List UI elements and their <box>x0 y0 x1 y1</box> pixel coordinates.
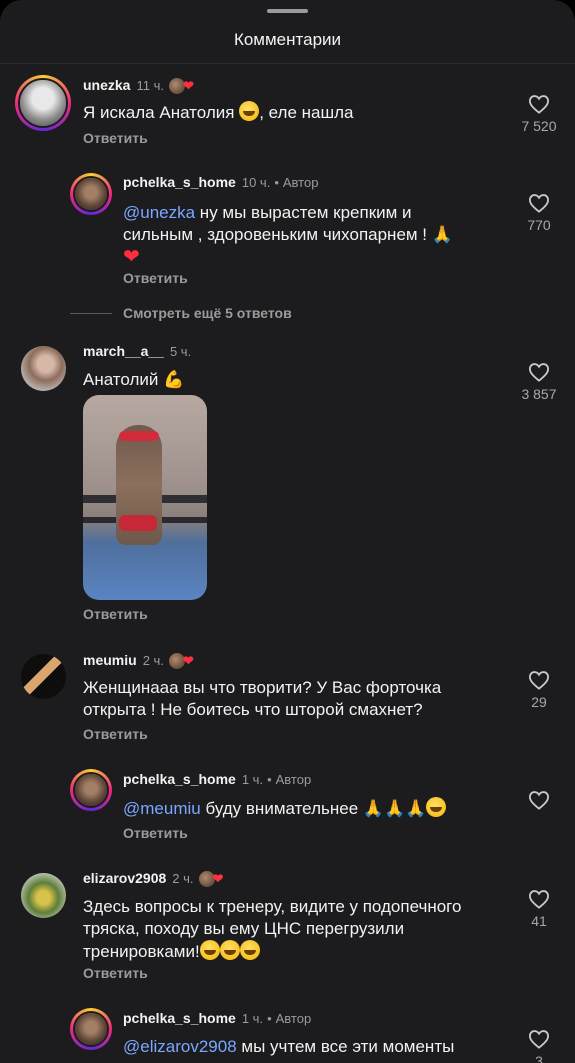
like-count: 3 857 <box>521 386 557 402</box>
laughing-emoji-icon <box>239 940 260 960</box>
comment-text: @unezka ну мы вырастем крепким и сильным… <box>123 203 453 268</box>
comment-time: 11 ч. <box>136 78 164 93</box>
like-button[interactable]: 3 <box>509 1029 569 1063</box>
like-count: 770 <box>527 217 551 233</box>
like-count: 29 <box>531 694 547 710</box>
comment-username[interactable]: elizarov2908 2 ч. ❤ <box>83 870 229 888</box>
comment-time: 10 ч. <box>241 175 271 190</box>
mention-link[interactable]: @meumiu <box>123 799 201 818</box>
laughing-emoji-icon <box>426 797 447 817</box>
like-count: 41 <box>531 913 547 929</box>
mention-link[interactable]: @unezka <box>123 203 195 222</box>
laughing-emoji-icon <box>199 940 220 960</box>
avatar[interactable] <box>21 873 66 918</box>
like-button[interactable]: 3 857 <box>509 362 569 402</box>
heart-outline-icon <box>528 1030 550 1049</box>
comment-username[interactable]: pchelka_s_home 1 ч. • Автор <box>123 771 311 787</box>
laughing-emoji-icon <box>239 101 260 121</box>
heart-outline-icon <box>528 363 550 382</box>
heart-badge-icon: ❤ <box>198 871 229 888</box>
flexed-biceps-icon: 💪 <box>163 370 185 389</box>
author-label: Автор <box>275 1011 312 1026</box>
more-replies-line <box>70 313 112 314</box>
like-count: 7 520 <box>521 118 557 134</box>
laughing-emoji-icon <box>219 940 240 960</box>
comment-username[interactable]: pchelka_s_home 10 ч. • Автор <box>123 174 318 190</box>
comment-username[interactable]: march__a__ 5 ч. <box>83 343 191 359</box>
comment-text: Здесь вопросы к тренеру, видите у подопе… <box>83 897 462 961</box>
reply-button[interactable]: Ответить <box>83 965 148 981</box>
comment-username[interactable]: unezka 11 ч. ❤ <box>83 77 199 95</box>
like-button[interactable]: 41 <box>509 889 569 929</box>
like-button[interactable]: 29 <box>509 670 569 710</box>
like-button[interactable]: 7 520 <box>509 94 569 134</box>
comment-text: Я искала Анатолия , еле нашла <box>83 101 354 122</box>
author-label: Автор <box>275 772 312 787</box>
like-button[interactable] <box>509 790 569 810</box>
comment-media-image[interactable] <box>83 395 207 600</box>
header-divider <box>0 63 575 64</box>
avatar[interactable] <box>21 654 66 699</box>
comment-time: 1 ч. <box>241 1011 264 1026</box>
heart-badge-icon: ❤ <box>168 78 199 95</box>
avatar[interactable] <box>70 173 112 215</box>
reply-button[interactable]: Ответить <box>83 130 148 146</box>
avatar[interactable] <box>15 75 71 131</box>
comment-time: 1 ч. <box>241 772 264 787</box>
comment-text: Женщинааа вы что творити? У Вас форточка… <box>83 678 442 719</box>
reply-button[interactable]: Ответить <box>83 726 148 742</box>
heart-outline-icon <box>528 671 550 690</box>
praying-hands-icon: 🙏🙏🙏 <box>362 799 427 818</box>
view-more-replies-button[interactable]: Смотреть ещё 5 ответов <box>123 305 292 321</box>
comments-sheet: Комментарии unezka 11 ч. ❤ Я искала Анатол… <box>0 0 575 1063</box>
author-label: Автор <box>282 175 319 190</box>
like-button[interactable]: 770 <box>509 193 569 233</box>
like-count: 3 <box>535 1053 543 1063</box>
heart-outline-icon <box>528 95 550 114</box>
red-heart-icon: ❤ <box>123 246 140 268</box>
comment-username[interactable]: meumiu 2 ч. ❤ <box>83 652 199 670</box>
heart-badge-icon: ❤ <box>168 653 199 670</box>
comment-time: 2 ч. <box>172 871 194 886</box>
comment-text: Анатолий 💪 <box>83 370 185 389</box>
avatar[interactable] <box>21 346 66 391</box>
comment-text: @elizarov2908 мы учтем все эти моменты <box>123 1037 455 1056</box>
avatar[interactable] <box>70 1008 112 1050</box>
reply-button[interactable]: Ответить <box>123 270 188 286</box>
praying-hands-icon: 🙏 <box>431 225 453 244</box>
heart-outline-icon <box>528 791 550 810</box>
drag-handle[interactable] <box>267 9 308 13</box>
avatar[interactable] <box>70 769 112 811</box>
reply-button[interactable]: Ответить <box>83 606 148 622</box>
reply-button[interactable]: Ответить <box>123 825 188 841</box>
comment-time: 2 ч. <box>142 653 164 668</box>
sheet-title: Комментарии <box>233 30 342 49</box>
mention-link[interactable]: @elizarov2908 <box>123 1037 237 1056</box>
heart-outline-icon <box>528 890 550 909</box>
comment-time: 5 ч. <box>169 344 192 359</box>
heart-outline-icon <box>528 194 550 213</box>
comment-username[interactable]: pchelka_s_home 1 ч. • Автор <box>123 1010 311 1026</box>
comment-text: @meumiu буду внимательнее 🙏🙏🙏 <box>123 797 447 820</box>
